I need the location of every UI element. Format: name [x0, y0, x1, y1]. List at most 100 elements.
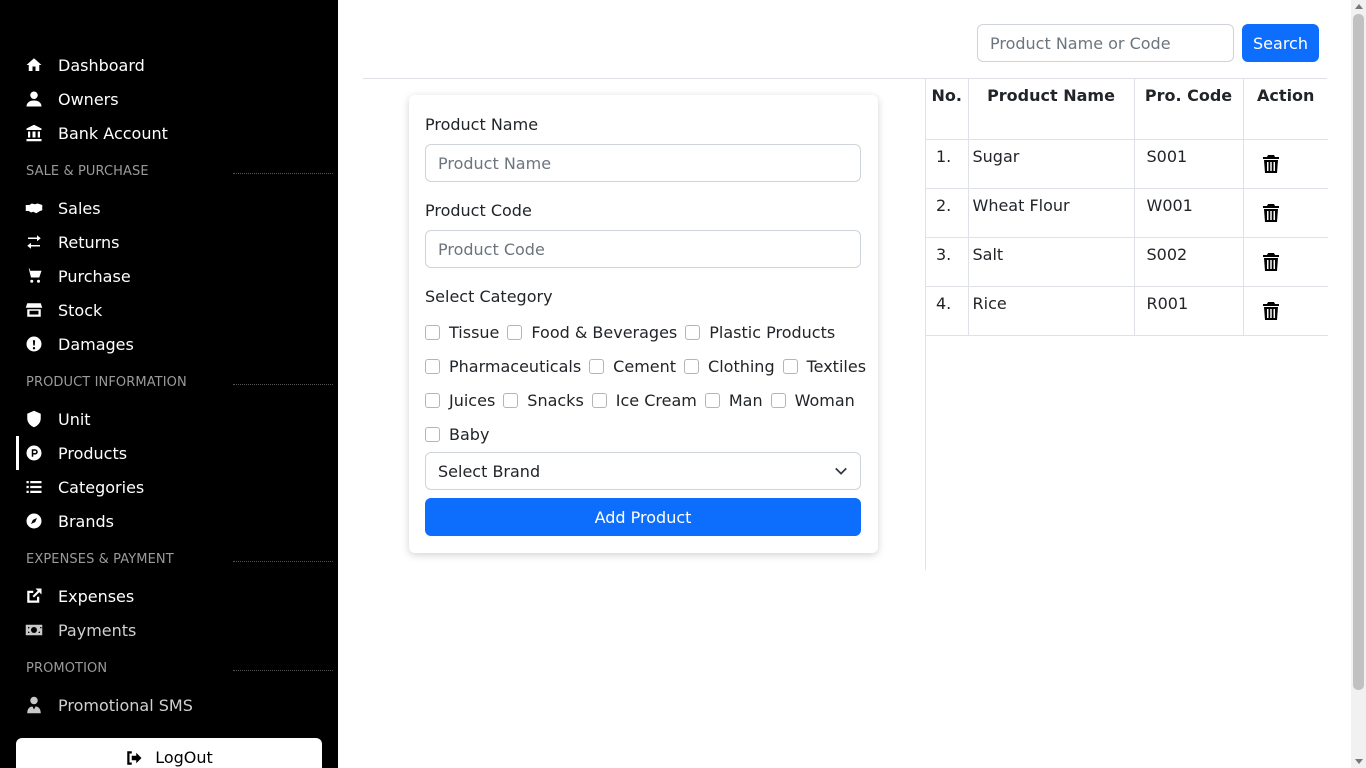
cell-pro-code: S002 [1133, 237, 1243, 287]
sidebar-item-label: Brands [58, 511, 114, 531]
sidebar-item-products[interactable]: Products [24, 439, 127, 467]
section-expenses-payment: EXPENSES & PAYMENT [26, 550, 333, 568]
section-title: PRODUCT INFORMATION [26, 374, 187, 390]
category-checkbox-clothing[interactable]: Clothing [684, 357, 775, 376]
checkbox[interactable] [425, 358, 440, 374]
sidebar-item-promotional-sms[interactable]: Promotional SMS [24, 691, 193, 719]
search-button[interactable]: Search [1242, 24, 1319, 62]
product-p-icon [24, 443, 44, 463]
store-icon [24, 300, 44, 320]
header-no: No. [926, 78, 968, 140]
sidebar-item-returns[interactable]: Returns [24, 228, 119, 256]
logout-button[interactable]: LogOut [16, 738, 322, 768]
sidebar-item-label: Payments [58, 620, 137, 640]
list-icon [24, 477, 44, 497]
sidebar-item-purchase[interactable]: Purchase [24, 262, 131, 290]
sidebar-item-label: Unit [58, 409, 91, 429]
sidebar-item-owners[interactable]: Owners [24, 85, 119, 113]
section-sale-purchase: SALE & PURCHASE [26, 162, 333, 180]
checkbox[interactable] [684, 358, 700, 374]
category-checkbox-plastic-products[interactable]: Plastic Products [685, 323, 835, 342]
bank-icon [24, 123, 44, 143]
cell-action [1242, 286, 1328, 336]
sidebar-item-label: Stock [58, 300, 103, 320]
checkbox[interactable] [589, 358, 605, 374]
checkbox[interactable] [425, 392, 440, 408]
sidebar-item-expenses[interactable]: Expenses [24, 582, 134, 610]
cell-product-name: Salt [967, 237, 1134, 287]
section-title: SALE & PURCHASE [26, 163, 149, 179]
sidebar-item-dashboard[interactable]: Dashboard [24, 51, 145, 79]
add-product-form: Product Name Product Code Select Categor… [409, 95, 878, 553]
checkbox[interactable] [507, 324, 523, 340]
sidebar-item-label: Sales [58, 198, 101, 218]
category-option-label: Baby [449, 424, 490, 444]
section-promotion: PROMOTION [26, 659, 333, 677]
category-checkbox-tissue[interactable]: Tissue [425, 323, 499, 342]
checkbox[interactable] [770, 392, 786, 408]
checkbox[interactable] [782, 358, 798, 374]
sidebar-item-stock[interactable]: Stock [24, 296, 102, 324]
sidebar-item-brands[interactable]: Brands [24, 507, 114, 535]
category-option-label: Man [728, 390, 763, 410]
sidebar-item-payments[interactable]: Payments [24, 616, 136, 644]
product-code-input[interactable] [425, 230, 861, 268]
product-code-label: Product Code [425, 201, 532, 220]
category-option-label: Food & Beverages [531, 322, 678, 342]
category-checkbox-ice-cream[interactable]: Ice Cream [591, 390, 697, 410]
trash-icon[interactable] [1262, 252, 1279, 271]
checkbox[interactable] [685, 324, 701, 340]
category-checkbox-juices[interactable]: Juices [425, 391, 495, 410]
category-checkbox-cement[interactable]: Cement [589, 357, 676, 376]
sidebar-item-damages[interactable]: Damages [24, 330, 134, 358]
table-row: 3. Salt S002 [926, 237, 1328, 287]
cell-no: 1. [926, 139, 968, 189]
trash-icon[interactable] [1262, 203, 1279, 222]
money-bill-icon [24, 620, 44, 640]
sidebar-item-sales[interactable]: Sales [24, 194, 101, 222]
category-checkbox-woman[interactable]: Woman [770, 391, 855, 410]
product-name-input[interactable] [425, 144, 861, 182]
checkbox[interactable] [503, 392, 519, 408]
cell-pro-code: S001 [1133, 139, 1243, 189]
section-title: PROMOTION [26, 660, 108, 676]
category-checkbox-pharmaceuticals[interactable]: Pharmaceuticals [425, 357, 581, 376]
cell-no: 2. [926, 188, 968, 238]
checkbox[interactable] [704, 392, 720, 408]
section-product-information: PRODUCT INFORMATION [26, 373, 333, 391]
trash-icon[interactable] [1262, 301, 1279, 320]
category-option-label: Textiles [806, 356, 867, 376]
user-tie-icon [24, 695, 44, 715]
checkbox[interactable] [425, 324, 440, 340]
category-option-label: Ice Cream [615, 390, 697, 410]
sidebar-item-categories[interactable]: Categories [24, 473, 144, 501]
scrollbar-thumb[interactable] [1353, 14, 1364, 690]
sidebar-item-unit[interactable]: Unit [24, 405, 91, 433]
cell-pro-code: W001 [1133, 188, 1243, 238]
category-option-label: Tissue [449, 322, 500, 342]
trash-icon[interactable] [1262, 154, 1279, 173]
user-icon [24, 89, 44, 109]
scroll-down-icon[interactable] [1355, 759, 1363, 764]
checkbox[interactable] [425, 426, 440, 442]
category-checkbox-baby[interactable]: Baby [425, 425, 489, 444]
cell-no: 4. [926, 286, 968, 336]
page-scrollbar[interactable] [1351, 0, 1366, 768]
sidebar-item-label: Dashboard [58, 55, 145, 75]
category-checkbox-snacks[interactable]: Snacks [503, 391, 584, 410]
checkbox[interactable] [591, 392, 607, 408]
cart-icon [24, 266, 44, 286]
sidebar-item-label: Owners [58, 89, 119, 109]
category-checkbox-food-beverages[interactable]: Food & Beverages [507, 323, 677, 342]
cell-action [1242, 237, 1328, 287]
section-title: EXPENSES & PAYMENT [26, 551, 174, 567]
scroll-up-icon[interactable] [1355, 4, 1363, 9]
sidebar-item-label: Expenses [58, 586, 135, 606]
category-checkbox-man[interactable]: Man [704, 390, 763, 410]
search-input[interactable] [977, 24, 1234, 62]
add-product-button[interactable]: Add Product [425, 498, 861, 536]
sidebar-item-label: Purchase [58, 266, 131, 286]
sidebar-item-bank-account[interactable]: Bank Account [24, 119, 168, 147]
brand-select[interactable]: Select Brand [425, 452, 861, 490]
category-checkbox-textiles[interactable]: Textiles [782, 356, 867, 376]
